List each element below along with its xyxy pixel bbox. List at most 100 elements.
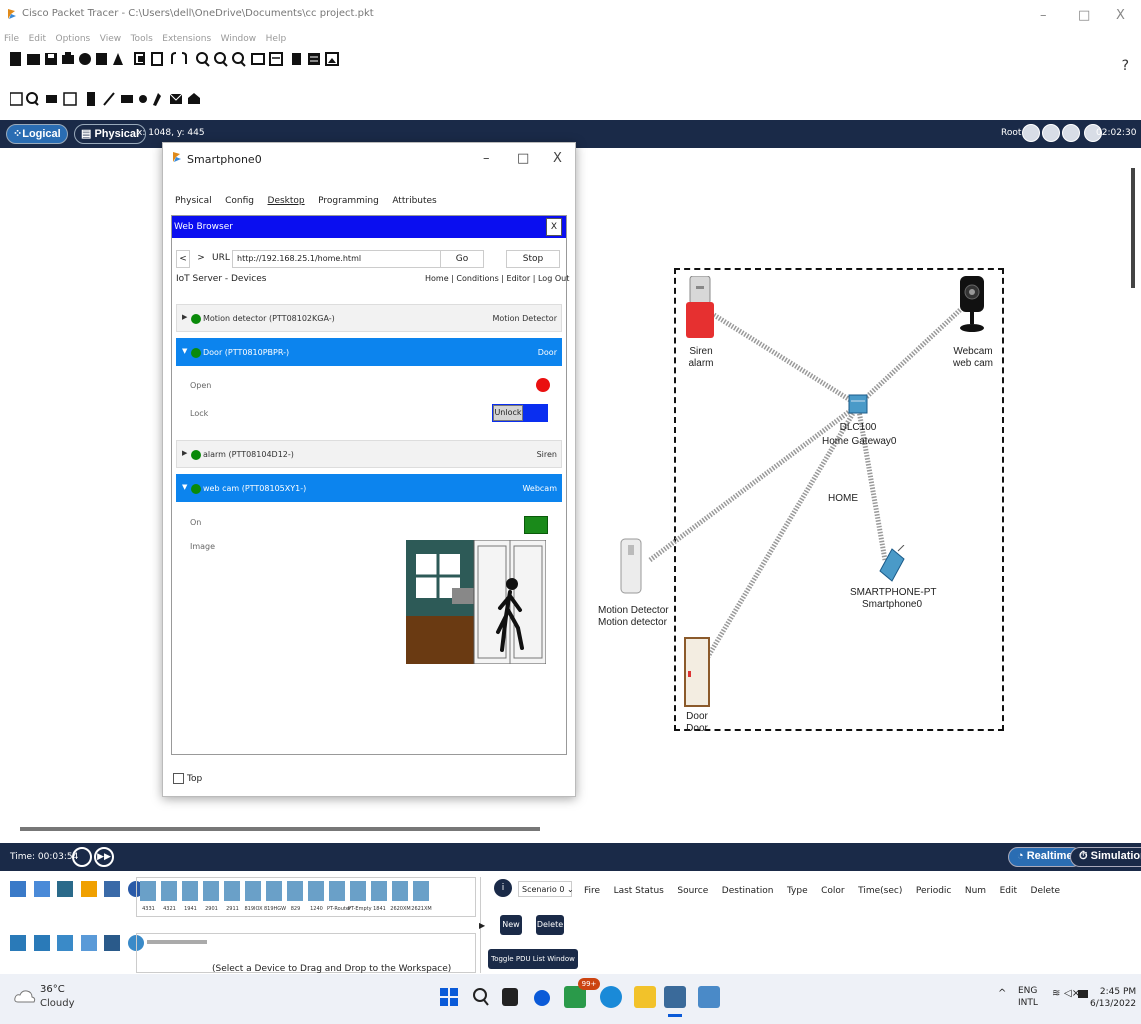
info-icon[interactable]: i (494, 879, 512, 897)
menu-options[interactable]: Options (56, 34, 91, 44)
delete-tool-icon[interactable] (46, 95, 57, 103)
tab-logical[interactable]: ⁘Logical (6, 124, 68, 144)
search-icon[interactable] (472, 987, 490, 1010)
connections-icon[interactable] (80, 881, 97, 897)
minimize-button[interactable]: – (1040, 8, 1047, 23)
weather-cloud-icon[interactable] (14, 988, 36, 1004)
forward-button[interactable]: > (194, 250, 208, 268)
webcam-device[interactable] (957, 276, 987, 338)
packet-tracer-taskbar-icon[interactable] (664, 986, 686, 1008)
end-devices-icon[interactable] (33, 881, 50, 897)
router-icon[interactable] (287, 881, 303, 901)
line-icon[interactable] (103, 92, 115, 106)
components-icon[interactable] (57, 881, 73, 897)
print-icon[interactable] (62, 52, 74, 64)
unlock-button[interactable]: Unlock (493, 405, 523, 421)
add-complex-pdu-icon[interactable] (188, 93, 200, 104)
model-scrollbar[interactable] (147, 940, 207, 944)
system-clock[interactable]: 2:45 PM 6/13/2022 (1090, 986, 1136, 1010)
power-cycle-icon[interactable] (72, 847, 92, 867)
device-row-motion[interactable]: ▶ Motion detector (PTT08102KGA-) Motion … (176, 304, 562, 332)
vertical-scrollbar[interactable] (1131, 168, 1135, 288)
edge-icon[interactable] (600, 986, 622, 1008)
col-fire[interactable]: Fire (584, 886, 600, 896)
scenario-select[interactable]: Scenario 0 ⌄ (518, 881, 574, 897)
zoom-in-icon[interactable] (196, 52, 210, 67)
col-time[interactable]: Time(sec) (858, 886, 902, 896)
col-edit[interactable]: Edit (1000, 886, 1017, 896)
menu-view[interactable]: View (100, 34, 121, 44)
file-explorer-icon[interactable] (634, 986, 656, 1008)
router-icon[interactable] (224, 881, 240, 901)
fast-forward-icon[interactable]: ▶▶ (94, 847, 114, 867)
routers-icon[interactable] (10, 935, 26, 951)
ellipse-icon[interactable] (139, 95, 147, 103)
open-file-icon[interactable] (27, 54, 40, 65)
menu-file[interactable]: File (4, 34, 19, 44)
menu-tools[interactable]: Tools (131, 34, 153, 44)
router-icon[interactable] (161, 881, 177, 901)
delete-scenario-button[interactable]: Delete (536, 915, 564, 935)
router-icon[interactable] (140, 881, 156, 901)
go-button[interactable]: Go (440, 250, 484, 268)
note-icon[interactable] (87, 92, 95, 106)
router-icon[interactable] (413, 881, 429, 901)
new-file-icon[interactable] (10, 52, 21, 66)
device-row-door[interactable]: ▼ Door (PTT0810PBPR-) Door (176, 338, 562, 366)
router-icon[interactable] (371, 881, 387, 901)
custom-device-dialog-icon[interactable] (269, 52, 283, 66)
chevron-up-icon[interactable]: ^ (998, 988, 1006, 999)
inspect-icon[interactable] (26, 92, 39, 106)
weather-temp[interactable]: 36°C (40, 984, 65, 995)
router-icon[interactable] (203, 881, 219, 901)
stop-button[interactable]: Stop (506, 250, 560, 268)
top-checkbox[interactable]: Top (173, 773, 202, 784)
tool-palette-icon[interactable] (308, 53, 320, 65)
rectangle-icon[interactable] (121, 95, 133, 103)
misc-icon[interactable] (104, 881, 120, 897)
zoom-reset-icon[interactable] (214, 52, 228, 67)
col-color[interactable]: Color (821, 886, 845, 896)
tab-physical[interactable]: ▤ Physical (74, 124, 147, 144)
move-object-icon[interactable] (1062, 124, 1080, 142)
close-button[interactable]: X (1116, 8, 1125, 23)
new-scenario-button[interactable]: New (500, 915, 522, 935)
device-row-alarm[interactable]: ▶ alarm (PTT08104D12-) Siren (176, 440, 562, 468)
device-row-webcam[interactable]: ▼ web cam (PTT08105XY1-) Webcam (176, 474, 562, 502)
expand-arrow-icon[interactable]: ▶ (479, 921, 485, 930)
switches-icon[interactable] (33, 935, 50, 951)
col-delete[interactable]: Delete (1031, 886, 1061, 896)
col-num[interactable]: Num (965, 886, 986, 896)
back-icon[interactable] (1022, 124, 1040, 142)
hubs-icon[interactable] (57, 935, 73, 951)
select-icon[interactable] (9, 92, 23, 106)
router-icon[interactable] (329, 881, 345, 901)
network-devices-icon[interactable] (10, 881, 26, 897)
redo-icon[interactable] (181, 52, 187, 64)
tab-physical-dev[interactable]: Physical (175, 196, 212, 206)
save-icon[interactable] (45, 53, 57, 65)
resize-icon[interactable] (63, 92, 77, 106)
maximize-button[interactable]: □ (1078, 8, 1090, 23)
web-browser-close-button[interactable]: X (546, 218, 562, 236)
router-icon[interactable] (350, 881, 366, 901)
task-view-icon[interactable] (502, 988, 518, 1006)
tab-desktop[interactable]: Desktop (268, 196, 305, 206)
language-indicator[interactable]: ENG INTL (1018, 985, 1038, 1009)
activity-wizard-icon[interactable] (79, 53, 91, 65)
router-icon[interactable] (245, 881, 261, 901)
dialog-maximize-button[interactable]: □ (517, 151, 529, 166)
dialog-close-button[interactable]: X (553, 151, 562, 166)
horizontal-scrollbar[interactable] (20, 827, 540, 831)
root-label[interactable]: Root (1001, 128, 1021, 138)
simulation-tab[interactable]: ⏱ Simulation (1070, 847, 1141, 867)
battery-icon[interactable] (1078, 990, 1088, 998)
new-cluster-icon[interactable] (1042, 124, 1060, 142)
col-periodic[interactable]: Periodic (916, 886, 952, 896)
menu-help[interactable]: Help (266, 34, 287, 44)
security-icon[interactable] (104, 935, 120, 951)
col-source[interactable]: Source (677, 886, 708, 896)
menu-extensions[interactable]: Extensions (162, 34, 211, 44)
zoom-out-icon[interactable] (232, 52, 246, 67)
copy-icon[interactable] (134, 52, 145, 65)
